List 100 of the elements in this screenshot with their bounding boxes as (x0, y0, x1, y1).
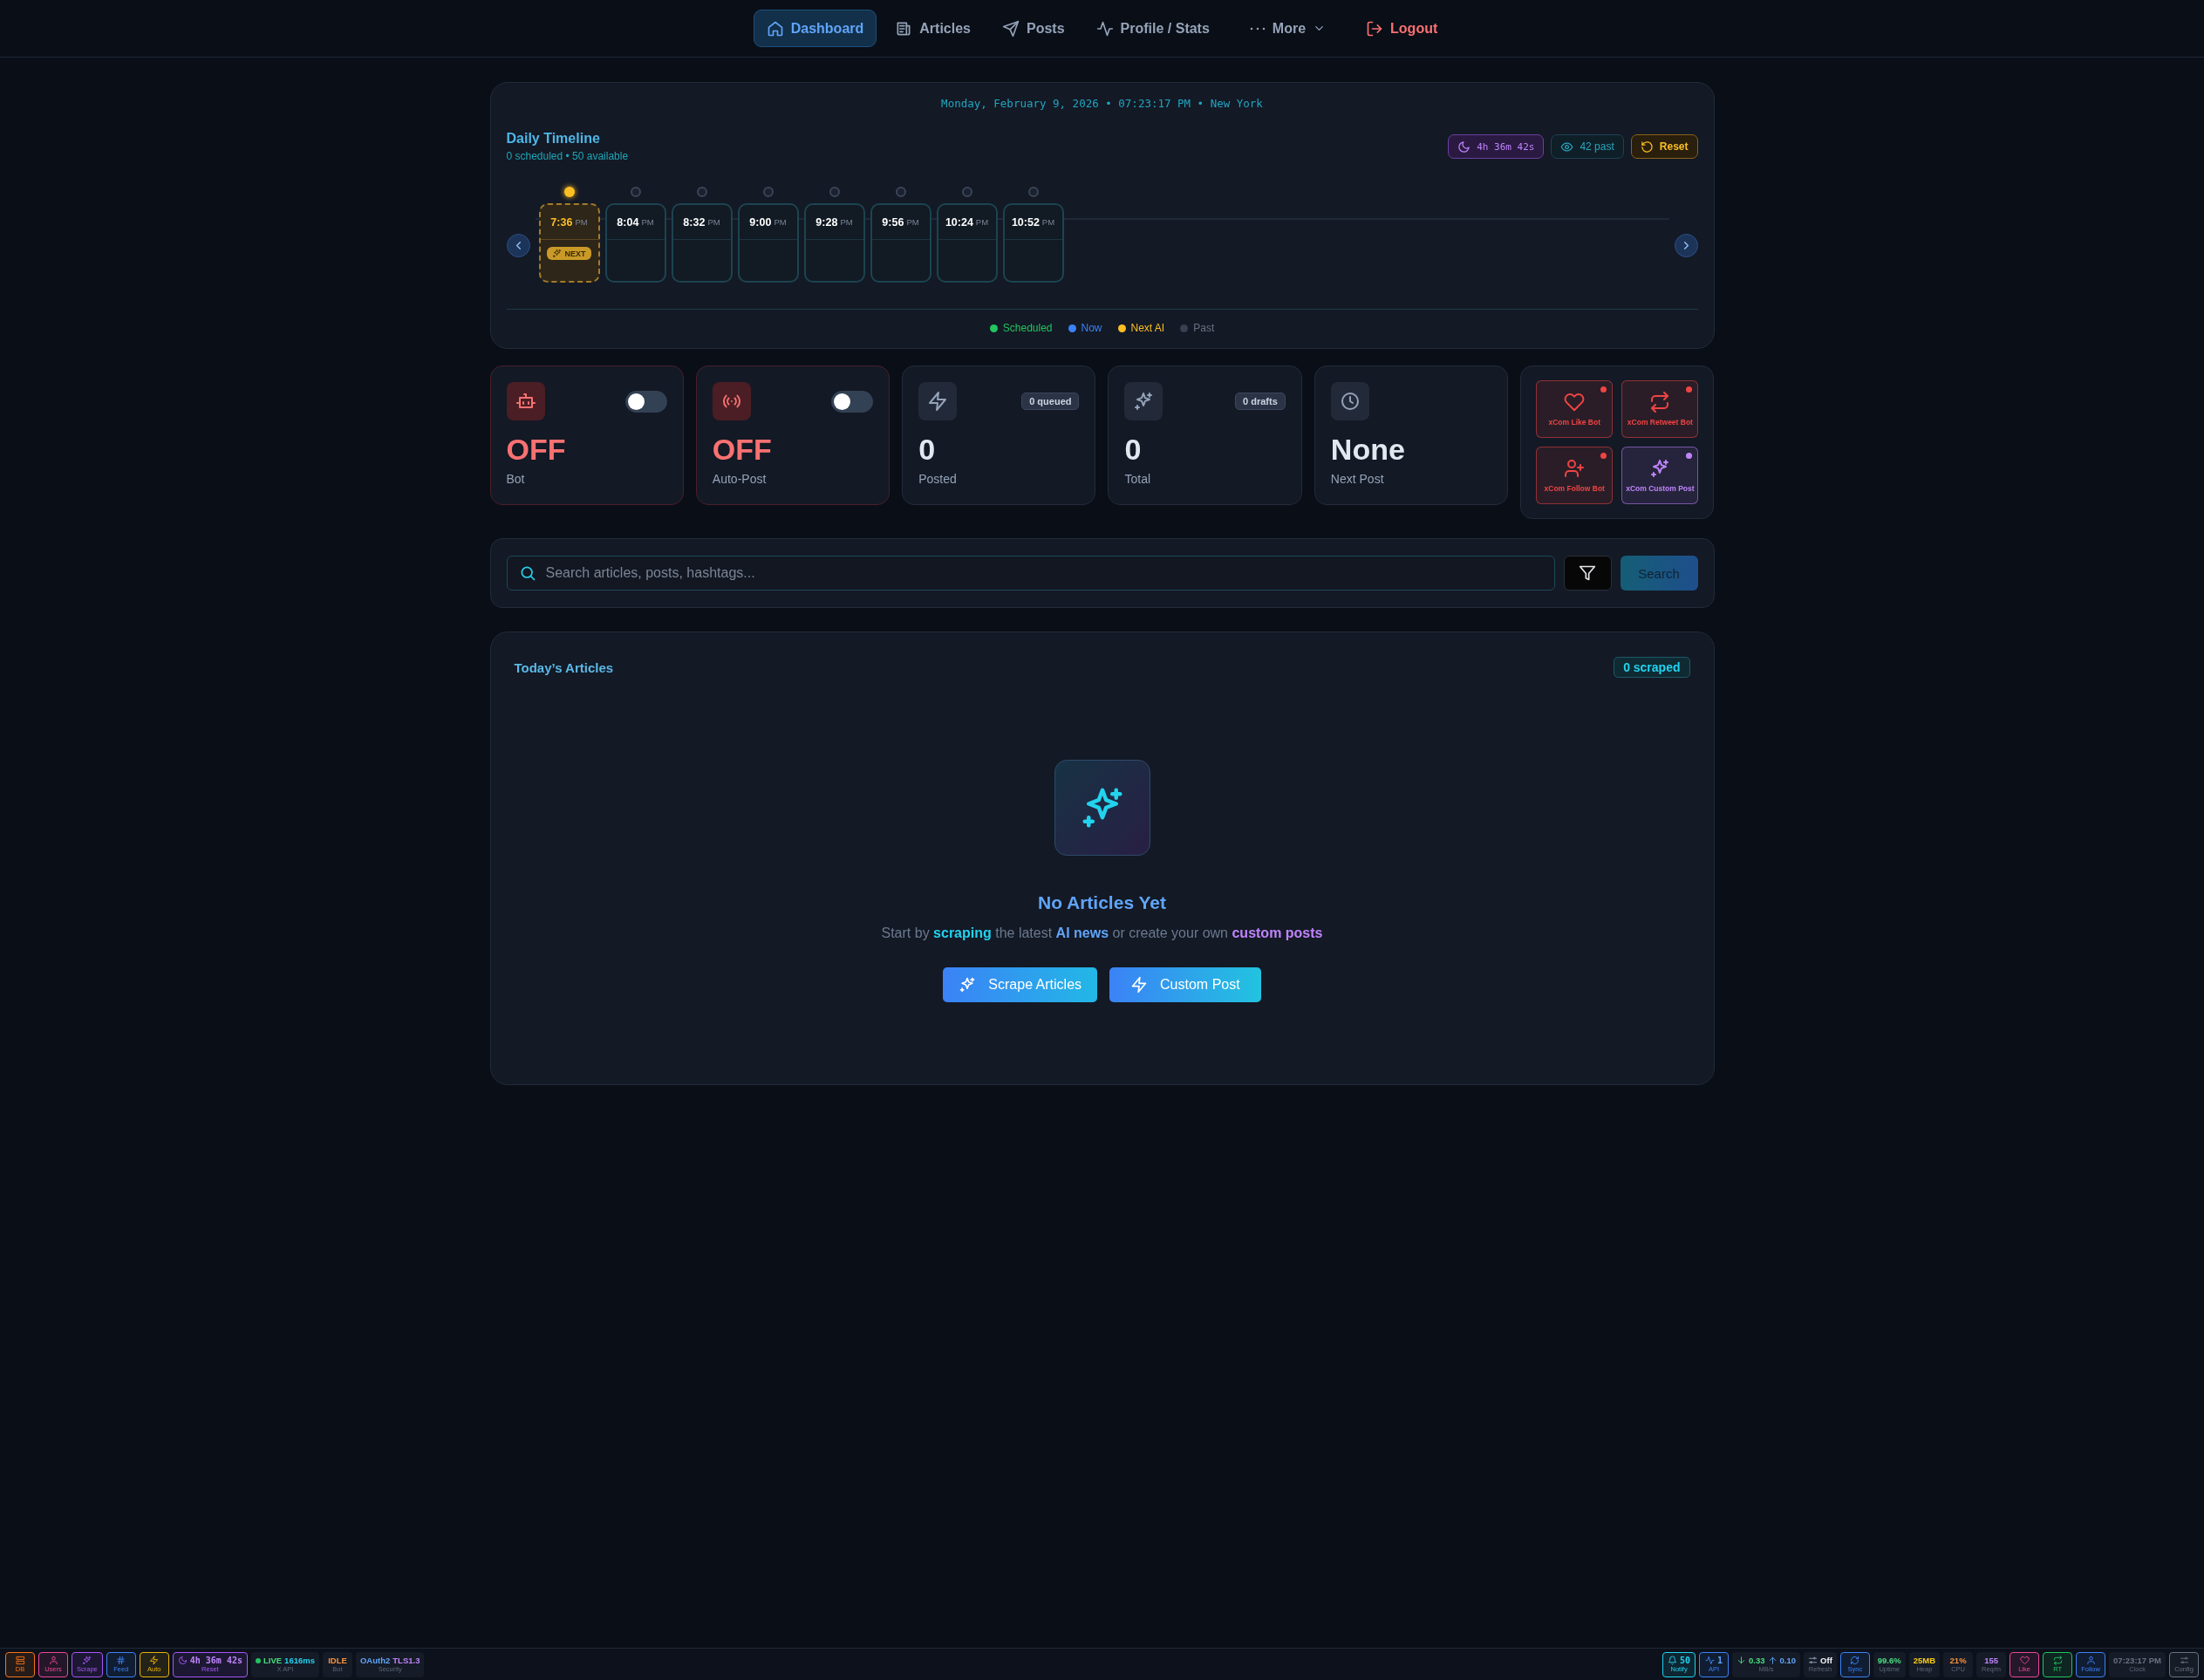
legend-label: Past (1193, 322, 1215, 334)
user-icon (48, 1656, 58, 1665)
count-tag: 0 queued (1021, 393, 1080, 410)
lightning-icon (927, 391, 949, 412)
database-icon (15, 1656, 25, 1665)
stat-value: 0 (1124, 433, 1143, 467)
stat-value: None (1330, 433, 1406, 467)
repeat-icon (1649, 392, 1671, 413)
lightning-icon (149, 1656, 160, 1665)
bot-button[interactable]: xCom Retweet Bot (1621, 380, 1699, 438)
slot-period: PM (906, 217, 919, 227)
moon-icon (177, 1656, 188, 1665)
stat-label: Bot (506, 472, 526, 486)
pulse-icon (1095, 19, 1114, 38)
nav-tab[interactable]: Articles (882, 10, 984, 47)
status-chip[interactable]: 4h 36m 42s (1448, 134, 1545, 159)
filter-button[interactable] (1563, 556, 1612, 591)
nav-tab[interactable]: Dashboard (753, 10, 877, 47)
bell-icon (1668, 1656, 1678, 1665)
arrow-down-icon (1737, 1656, 1747, 1665)
slot-time: 8:04 (617, 215, 639, 229)
heart-icon (2019, 1656, 2030, 1665)
date-time: Monday, February 9, 2026 • 07:23:17 PM • New York (940, 97, 1264, 110)
sparkles-icon (82, 1656, 92, 1665)
slot-period: PM (840, 217, 853, 227)
pulse-icon (1705, 1656, 1716, 1665)
user-icon (2085, 1656, 2096, 1665)
eye-icon (1560, 140, 1574, 154)
heart-icon (1564, 392, 1586, 413)
stat-label: Posted (918, 472, 958, 486)
live-dot (256, 1657, 261, 1663)
slot-time: 9:28 (815, 215, 838, 229)
next-badge: NEXT (547, 247, 591, 260)
time-slot[interactable]: 8:04 PM (604, 203, 666, 283)
scroll-right-button[interactable] (1674, 233, 1698, 257)
search-field[interactable]: Search articles, posts, hashtags... (506, 556, 1555, 591)
reset-icon (1640, 140, 1654, 154)
slot-period: PM (707, 217, 720, 227)
time-slot[interactable]: 8:32 PM (671, 203, 733, 283)
legend-label: Now (1081, 322, 1102, 334)
moon-icon (1457, 140, 1471, 154)
slot-period: PM (1041, 217, 1055, 227)
sparkles-icon (1133, 391, 1155, 412)
clock-icon (1339, 391, 1361, 412)
toggle-switch[interactable] (624, 390, 667, 413)
slot-time: 9:56 (882, 215, 904, 229)
lightning-icon (1130, 976, 1149, 994)
stat-label: Next Post (1330, 472, 1385, 486)
repeat-icon (2052, 1656, 2063, 1665)
toggle-switch[interactable] (831, 390, 874, 413)
slot-period: PM (641, 217, 654, 227)
scroll-left-button[interactable] (506, 233, 530, 257)
nav-tab[interactable]: Logout (1353, 10, 1451, 47)
bot-button[interactable]: xCom Like Bot (1536, 380, 1614, 438)
nav-tab[interactable]: Profile / Stats (1082, 10, 1223, 47)
sliders-icon (2179, 1656, 2189, 1665)
refresh-icon (1850, 1656, 1860, 1665)
time-slot[interactable]: 7:36 PM NEXT (538, 203, 600, 283)
filter-icon (1579, 564, 1596, 582)
count-badge: 0 scraped (1614, 657, 1690, 678)
legend-label: Scheduled (1002, 322, 1053, 334)
house-icon (766, 19, 784, 38)
stat-value: OFF (712, 433, 773, 467)
status-chip[interactable]: 42 past (1551, 134, 1624, 159)
slot-period: PM (975, 217, 989, 227)
empty-text: Start by scraping the latest AI news or create your own custom posts (881, 925, 1323, 941)
stat-label: Auto-Post (712, 472, 768, 486)
time-slot[interactable]: 9:56 PM (870, 203, 931, 283)
time-slot[interactable]: 9:28 PM (803, 203, 865, 283)
user-plus-icon (1564, 458, 1586, 479)
send-icon (1002, 19, 1020, 38)
nav-tab[interactable]: Posts (989, 10, 1078, 47)
timeline-subtitle: 0 scheduled • 50 available (506, 150, 629, 162)
reset-button[interactable]: Reset (1630, 134, 1698, 159)
slot-time: 7:36 (550, 215, 573, 229)
logout-icon (1366, 19, 1384, 38)
stat-value: 0 (918, 433, 937, 467)
bot-button[interactable]: xCom Follow Bot (1536, 447, 1614, 504)
empty-title: No Articles Yet (1037, 892, 1167, 913)
time-slot[interactable]: 10:24 PM (936, 203, 998, 283)
stat-label: Total (1124, 472, 1152, 486)
nav-tab[interactable]: More (1236, 10, 1340, 47)
slot-period: PM (774, 217, 787, 227)
time-slot[interactable]: 10:52 PM (1002, 203, 1064, 283)
sparkles-icon (1649, 458, 1671, 479)
slot-period: PM (575, 217, 588, 227)
time-slot[interactable]: 9:00 PM (737, 203, 799, 283)
slot-time: 9:00 (749, 215, 772, 229)
bot-button[interactable]: xCom Custom Post (1621, 447, 1699, 504)
count-tag: 0 drafts (1235, 393, 1286, 410)
legend-label: Next AI (1130, 322, 1165, 334)
arrow-up-icon (1767, 1656, 1778, 1665)
slot-time: 8:32 (683, 215, 706, 229)
slot-time: 10:52 (1011, 215, 1040, 229)
section-title: Today’s Articles (514, 659, 614, 675)
sparkles-icon (552, 249, 563, 258)
hash-icon (116, 1656, 126, 1665)
sliders-icon (1808, 1656, 1818, 1665)
dots-icon (1249, 26, 1266, 31)
sparkles-icon (959, 976, 977, 994)
